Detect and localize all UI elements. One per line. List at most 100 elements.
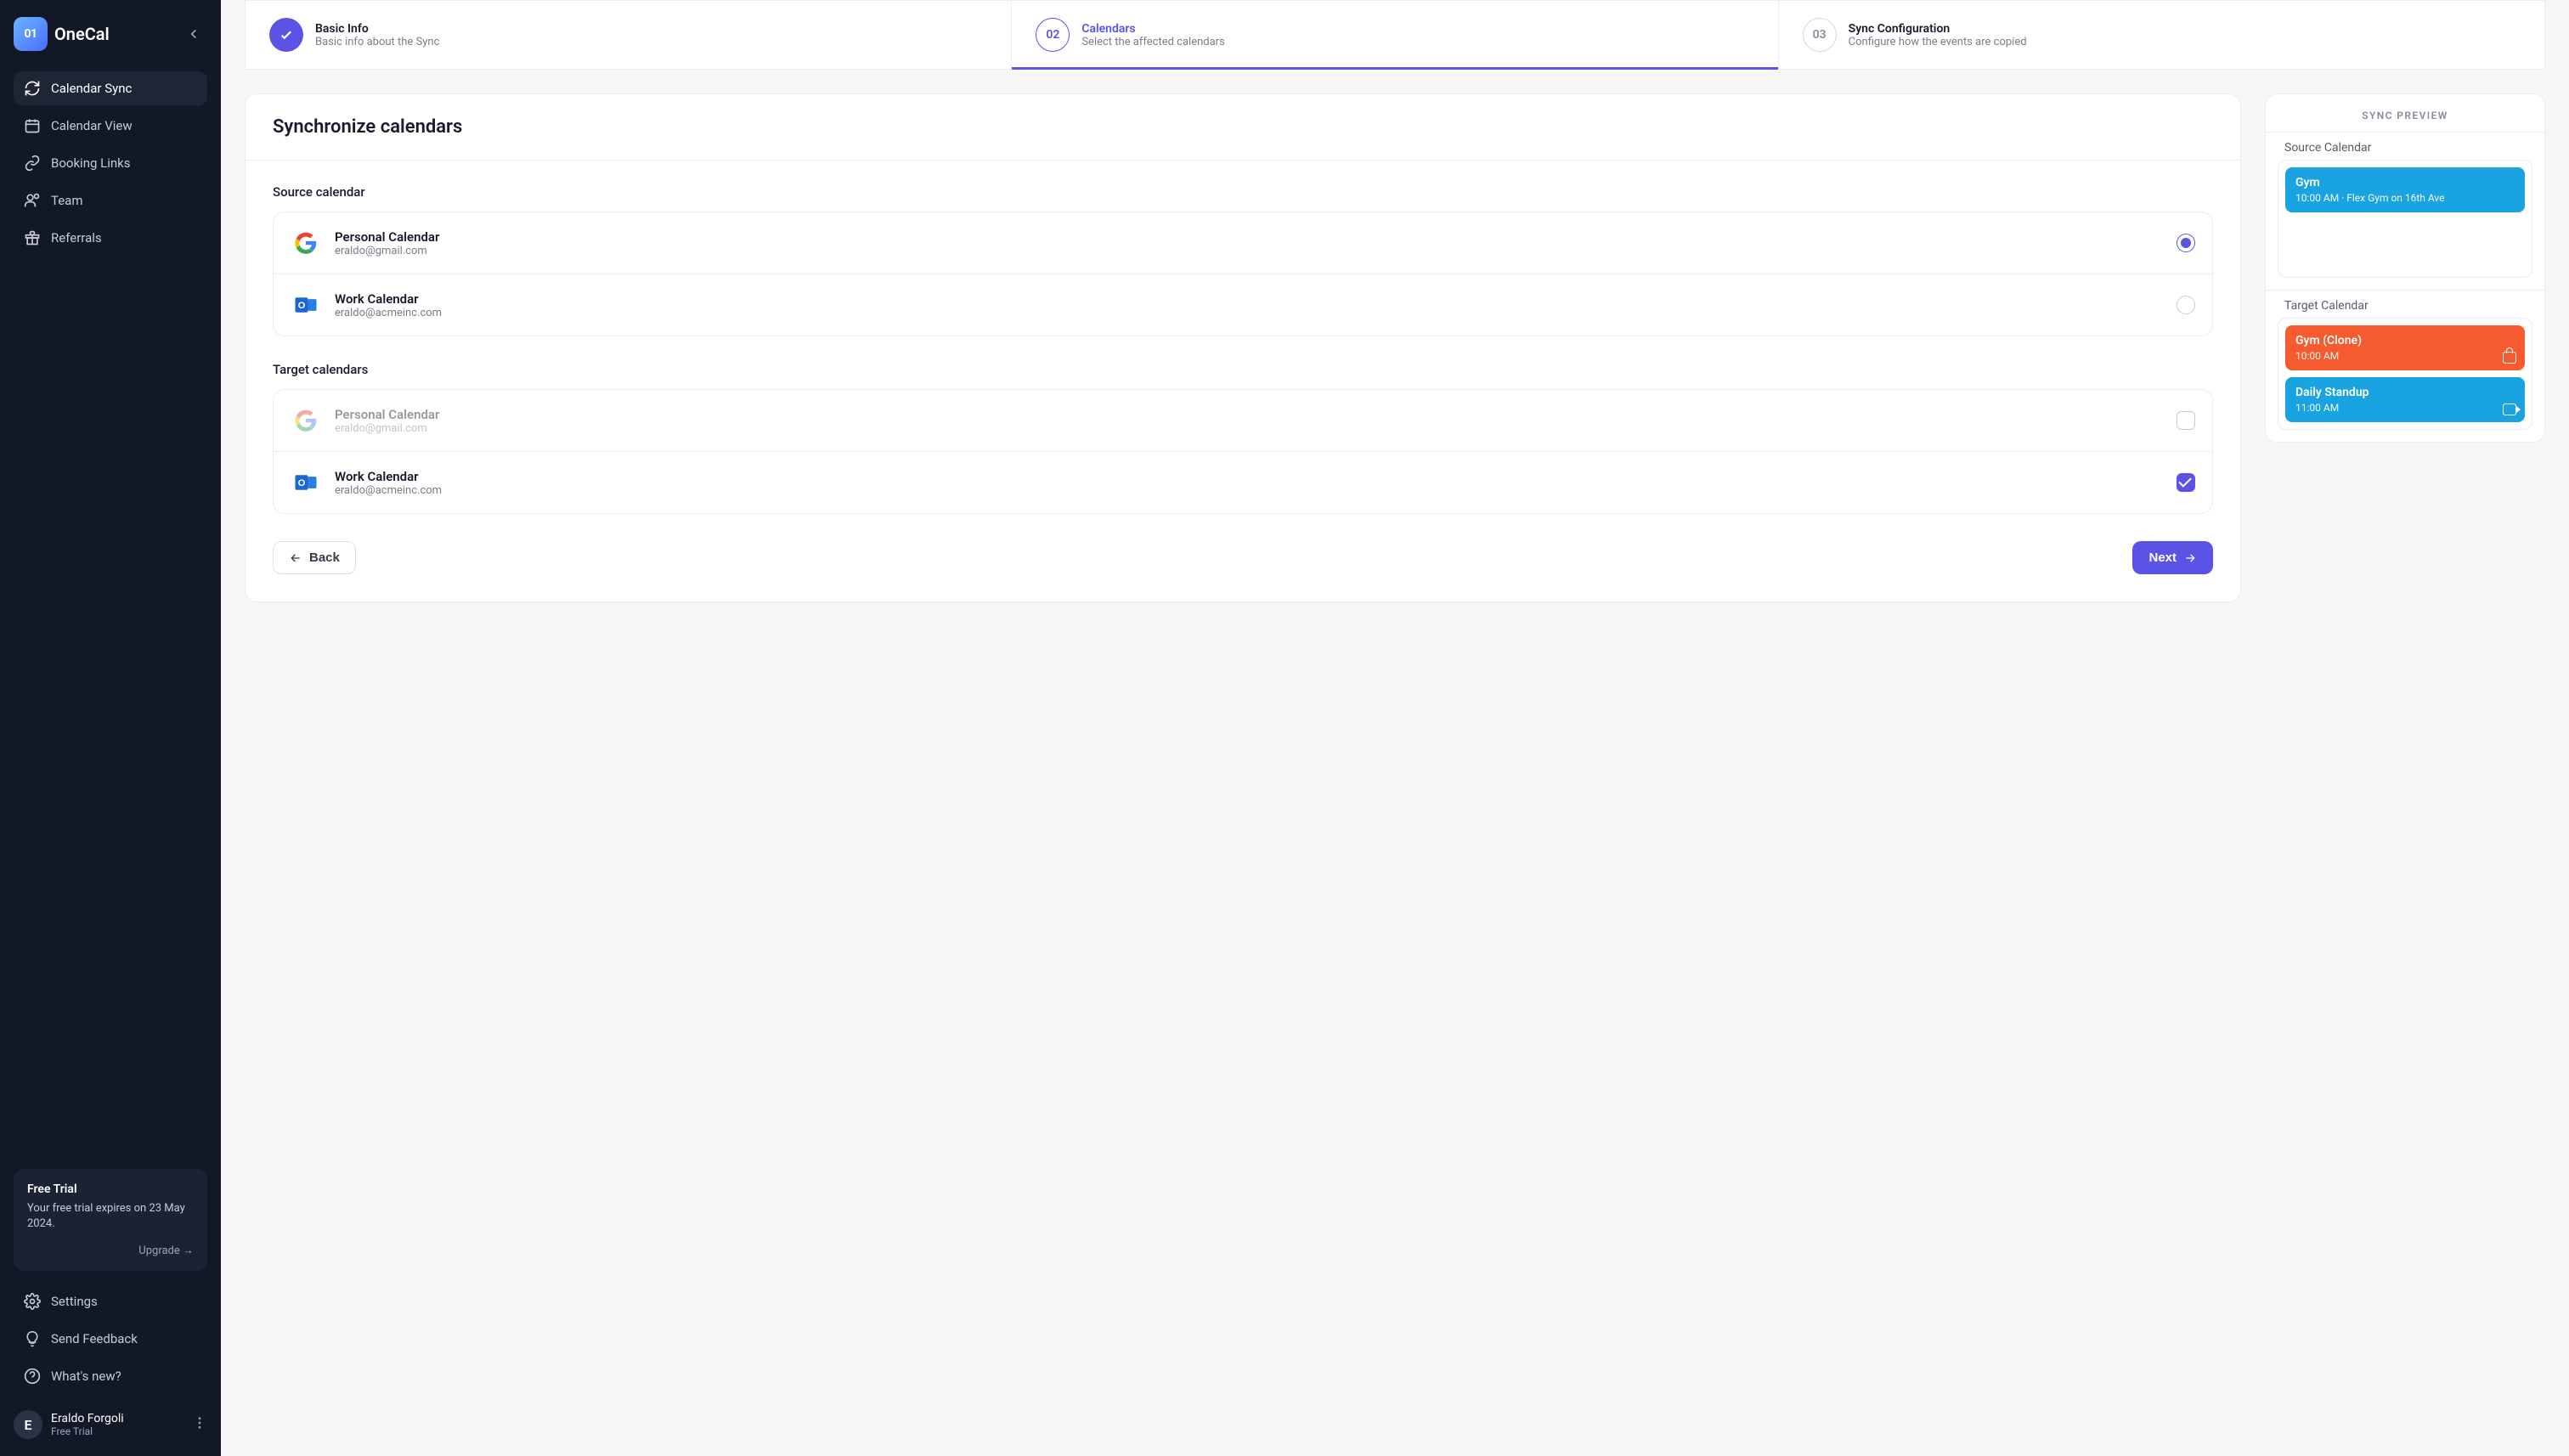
button-label: Back: [309, 550, 340, 565]
event-title: Daily Standup: [2295, 386, 2515, 399]
preview-source-card: Gym 10:00 AM · Flex Gym on 16th Ave: [2278, 160, 2532, 278]
preview-event-gym: Gym 10:00 AM · Flex Gym on 16th Ave: [2285, 167, 2525, 212]
sync-preview-panel: SYNC PREVIEW Source Calendar Gym 10:00 A…: [2265, 93, 2545, 443]
radio-button[interactable]: [2177, 234, 2195, 252]
user-row[interactable]: E Eraldo Forgoli Free Trial: [14, 1410, 207, 1439]
step-done-icon: [269, 18, 303, 52]
trial-expires-text: Your free trial expires on 23 May 2024.: [27, 1201, 194, 1232]
lock-icon: [2503, 352, 2516, 364]
more-vertical-icon: [192, 1415, 207, 1431]
video-icon: [2503, 404, 2516, 415]
event-sub: 10:00 AM: [2295, 350, 2515, 362]
arrow-right-icon: [2183, 551, 2197, 565]
sidebar-collapse-button[interactable]: [180, 20, 207, 48]
target-calendar-option-personal: Personal Calendar eraldo@gmail.com: [274, 390, 2212, 452]
back-button[interactable]: Back: [273, 541, 356, 574]
calendar-email: eraldo@acmeinc.com: [335, 484, 442, 497]
help-icon: [24, 1368, 41, 1385]
checkbox: [2177, 411, 2195, 430]
calendar-email: eraldo@gmail.com: [335, 422, 439, 435]
logo-mark-icon: 01: [14, 17, 48, 51]
user-name: Eraldo Forgoli: [51, 1412, 124, 1425]
nav-label: Calendar View: [51, 118, 133, 133]
chevron-left-icon: [186, 26, 201, 42]
step-calendars[interactable]: 02 Calendars Select the affected calenda…: [1012, 1, 1778, 69]
arrow-left-icon: [289, 551, 302, 565]
event-sub: 10:00 AM · Flex Gym on 16th Ave: [2295, 192, 2515, 204]
preview-target-card: Gym (Clone) 10:00 AM Daily Standup 11:00…: [2278, 318, 2532, 430]
google-icon: [291, 228, 321, 258]
gift-icon: [24, 229, 41, 246]
step-basic-info[interactable]: Basic Info Basic info about the Sync: [246, 1, 1012, 69]
sync-icon: [24, 80, 41, 97]
event-title: Gym: [2295, 176, 2515, 189]
upgrade-link[interactable]: Upgrade →: [27, 1244, 194, 1257]
nav-label: Settings: [51, 1294, 98, 1309]
nav-label: Team: [51, 193, 83, 208]
preview-title: SYNC PREVIEW: [2266, 94, 2544, 132]
avatar: E: [14, 1410, 42, 1439]
logo-text: OneCal: [54, 24, 110, 44]
nav-label: Send Feedback: [51, 1331, 138, 1346]
trial-title: Free Trial: [27, 1182, 194, 1196]
nav-label: What's new?: [51, 1369, 121, 1384]
event-sub: 11:00 AM: [2295, 402, 2515, 414]
main: Basic Info Basic info about the Sync 02 …: [221, 0, 2569, 1456]
link-icon: [24, 155, 41, 172]
gear-icon: [24, 1293, 41, 1310]
nav-calendar-view[interactable]: Calendar View: [14, 109, 207, 143]
outlook-icon: O: [291, 290, 321, 320]
nav-team[interactable]: Team: [14, 183, 207, 217]
checkbox[interactable]: [2177, 473, 2195, 492]
step-number: 02: [1036, 18, 1070, 52]
nav-booking-links[interactable]: Booking Links: [14, 146, 207, 180]
step-sync-configuration[interactable]: 03 Sync Configuration Configure how the …: [1779, 1, 2544, 69]
outlook-icon: O: [291, 467, 321, 498]
svg-text:O: O: [298, 301, 306, 311]
user-plan: Free Trial: [51, 1425, 124, 1437]
target-calendar-option-work[interactable]: O Work Calendar eraldo@acmeinc.com: [274, 452, 2212, 513]
preview-target-title: Target Calendar: [2266, 290, 2544, 318]
preview-event-gym-clone: Gym (Clone) 10:00 AM: [2285, 325, 2525, 370]
target-calendar-list: Personal Calendar eraldo@gmail.com O Wor…: [273, 389, 2213, 514]
nav-referrals[interactable]: Referrals: [14, 221, 207, 255]
calendar-name: Work Calendar: [335, 469, 442, 484]
trial-card: Free Trial Your free trial expires on 23…: [14, 1169, 207, 1271]
step-title: Basic Info: [315, 22, 439, 36]
synchronize-panel: Synchronize calendars Source calendar Pe…: [245, 93, 2241, 602]
nav-calendar-sync[interactable]: Calendar Sync: [14, 71, 207, 105]
step-sub: Configure how the events are copied: [1849, 36, 2027, 48]
nav-label: Calendar Sync: [51, 81, 132, 96]
nav-label: Booking Links: [51, 155, 131, 171]
source-calendar-list: Personal Calendar eraldo@gmail.com O Wor…: [273, 212, 2213, 336]
step-sub: Select the affected calendars: [1081, 36, 1224, 48]
team-icon: [24, 192, 41, 209]
preview-event-standup: Daily Standup 11:00 AM: [2285, 377, 2525, 422]
source-calendar-option-work[interactable]: O Work Calendar eraldo@acmeinc.com: [274, 274, 2212, 336]
sidebar: 01 OneCal Calendar Sync Calendar View Bo…: [0, 0, 221, 1456]
nav-whats-new[interactable]: What's new?: [14, 1359, 207, 1393]
primary-nav: Calendar Sync Calendar View Booking Link…: [14, 71, 207, 255]
preview-source-title: Source Calendar: [2266, 132, 2544, 160]
calendar-name: Personal Calendar: [335, 229, 439, 245]
next-button[interactable]: Next: [2132, 541, 2213, 574]
step-sub: Basic info about the Sync: [315, 36, 439, 48]
calendar-email: eraldo@gmail.com: [335, 245, 439, 257]
button-label: Next: [2148, 550, 2177, 565]
source-calendar-label: Source calendar: [273, 184, 2213, 200]
source-calendar-option-personal[interactable]: Personal Calendar eraldo@gmail.com: [274, 212, 2212, 274]
logo[interactable]: 01 OneCal: [14, 17, 110, 51]
step-title: Calendars: [1081, 22, 1224, 36]
radio-button[interactable]: [2177, 296, 2195, 314]
calendar-email: eraldo@acmeinc.com: [335, 307, 442, 319]
nav-settings[interactable]: Settings: [14, 1284, 207, 1318]
nav-send-feedback[interactable]: Send Feedback: [14, 1322, 207, 1356]
panel-heading: Synchronize calendars: [273, 116, 2213, 138]
step-title: Sync Configuration: [1849, 22, 2027, 36]
stepper: Basic Info Basic info about the Sync 02 …: [245, 0, 2545, 70]
google-icon: [291, 405, 321, 436]
target-calendars-label: Target calendars: [273, 362, 2213, 377]
event-title: Gym (Clone): [2295, 334, 2515, 347]
calendar-name: Personal Calendar: [335, 407, 439, 422]
user-menu-button[interactable]: [192, 1415, 207, 1434]
